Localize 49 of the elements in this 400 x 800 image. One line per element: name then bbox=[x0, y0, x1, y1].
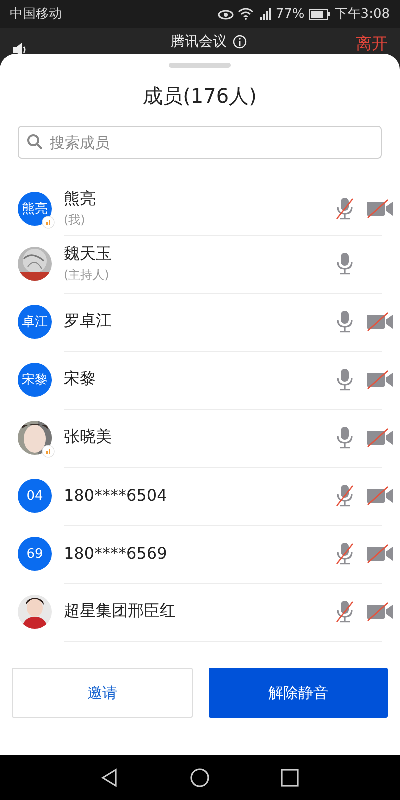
camera-off-icon[interactable] bbox=[366, 196, 394, 220]
camera-off-icon[interactable] bbox=[366, 426, 394, 450]
invite-button[interactable]: 邀请 bbox=[12, 668, 193, 718]
wifi-icon bbox=[238, 8, 254, 20]
avatar: 04 bbox=[18, 479, 52, 513]
avatar: 熊亮 bbox=[18, 192, 52, 226]
avatar: 卓江 bbox=[18, 305, 52, 339]
camera-off-icon[interactable] bbox=[366, 310, 394, 334]
microphone-icon[interactable] bbox=[334, 310, 356, 334]
drag-handle[interactable] bbox=[169, 63, 231, 68]
signal-icon bbox=[258, 8, 272, 20]
camera-off-icon[interactable] bbox=[366, 600, 394, 624]
search-icon bbox=[27, 134, 43, 150]
clock-time: 下午3:08 bbox=[334, 6, 390, 23]
member-name: 张晓美 bbox=[64, 427, 112, 448]
avatar: 69 bbox=[18, 537, 52, 571]
member-name: 180****6504 bbox=[64, 486, 168, 505]
member-name: 熊亮 bbox=[64, 188, 96, 210]
member-name: 罗卓江 bbox=[64, 311, 112, 332]
camera-off-icon[interactable] bbox=[366, 542, 394, 566]
battery-percent: 77% bbox=[276, 6, 305, 22]
avatar: 宋黎 bbox=[18, 363, 52, 397]
search-field[interactable]: 搜索成员 bbox=[18, 126, 382, 159]
muted-microphone-icon[interactable] bbox=[334, 600, 356, 624]
meeting-title: 腾讯会议 bbox=[171, 33, 227, 51]
muted-microphone-icon[interactable] bbox=[334, 484, 356, 508]
back-icon[interactable] bbox=[100, 768, 120, 788]
battery-icon bbox=[308, 8, 331, 20]
sheet-title: 成员(176人) bbox=[142, 83, 258, 110]
microphone-icon[interactable] bbox=[334, 368, 356, 392]
microphone-icon[interactable] bbox=[334, 252, 356, 276]
eye-icon bbox=[218, 8, 234, 20]
microphone-icon[interactable] bbox=[334, 426, 356, 450]
member-name: 魏天玉 bbox=[64, 244, 112, 264]
member-name: 180****6569 bbox=[64, 544, 168, 563]
camera-off-icon[interactable] bbox=[366, 484, 394, 508]
recent-apps-icon[interactable] bbox=[280, 768, 300, 788]
leave-button[interactable]: 离开 bbox=[356, 34, 388, 55]
member-name: 超星集团邢臣红 bbox=[64, 601, 176, 622]
info-icon[interactable] bbox=[233, 35, 247, 49]
home-icon[interactable] bbox=[190, 768, 210, 788]
muted-microphone-icon[interactable] bbox=[334, 542, 356, 566]
member-role: (我) bbox=[64, 212, 86, 228]
member-role: (主持人) bbox=[64, 266, 110, 284]
muted-microphone-icon[interactable] bbox=[334, 196, 356, 220]
unmute-button[interactable]: 解除静音 bbox=[209, 668, 388, 718]
member-name: 宋黎 bbox=[64, 369, 96, 390]
carrier-name: 中国移动 bbox=[10, 6, 62, 23]
camera-off-icon[interactable] bbox=[366, 368, 394, 392]
